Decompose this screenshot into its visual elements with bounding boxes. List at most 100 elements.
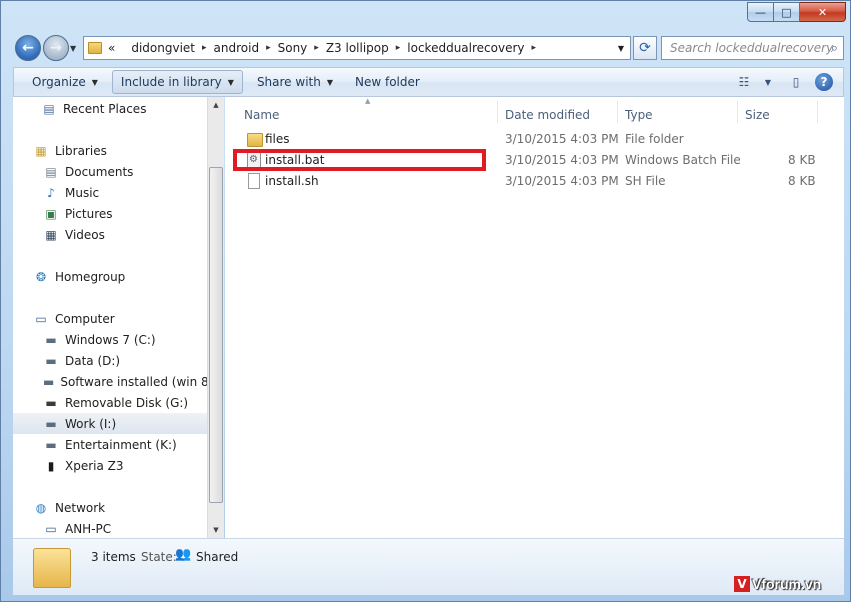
file-name: files (265, 132, 290, 146)
nav-item-videos[interactable]: ▦ Videos (13, 224, 207, 245)
breadcrumb-separator-icon[interactable]: ▸ (266, 43, 271, 53)
column-divider[interactable] (617, 101, 618, 123)
libraries-icon: ▦ (35, 143, 47, 158)
column-header-type[interactable]: Type (625, 103, 653, 127)
breadcrumb-item[interactable]: didongviet (131, 41, 195, 55)
nav-item-entertainment-k[interactable]: ▬ Entertainment (K:) (13, 434, 207, 455)
forward-arrow-icon: → (50, 40, 62, 56)
scrollbar-thumb[interactable] (209, 167, 223, 503)
watermark-logo: V (734, 576, 750, 592)
new-folder-button[interactable]: New folder (347, 70, 428, 94)
column-header-name[interactable]: Name (244, 103, 279, 127)
maximize-button[interactable]: □ (774, 2, 800, 22)
scroll-down-arrow-icon[interactable]: ▼ (208, 522, 224, 538)
address-bar[interactable]: « didongviet ▸ android ▸ Sony ▸ Z3 lolli… (83, 36, 631, 60)
file-row-files[interactable]: files 3/10/2015 4:03 PM File folder (235, 129, 835, 150)
column-divider[interactable] (737, 101, 738, 123)
details-pane: 3 items State: 👥 Shared (13, 538, 844, 595)
nav-item-label: Libraries (55, 143, 107, 158)
nav-item-label: Removable Disk (G:) (65, 395, 189, 410)
folder-icon (88, 42, 102, 54)
nav-item-work-i[interactable]: ▬ Work (I:) (13, 413, 207, 434)
column-header-date-modified[interactable]: Date modified (505, 103, 590, 127)
breadcrumb-item[interactable]: Sony (278, 41, 308, 55)
column-header-size[interactable]: Size (745, 103, 770, 127)
organize-button[interactable]: Organize ▼ (24, 70, 106, 94)
organize-label: Organize (32, 75, 86, 89)
refresh-icon: ⟳ (639, 40, 651, 56)
change-view-icon[interactable]: ☷ (733, 71, 755, 93)
nav-item-pictures[interactable]: ▣ Pictures (13, 203, 207, 224)
removable-disk-icon: ▬ (45, 395, 57, 410)
nav-item-computer[interactable]: ▭ Computer (13, 308, 207, 329)
nav-item-network[interactable]: ◍ Network (13, 497, 207, 518)
breadcrumb-item[interactable]: Z3 lollipop (326, 41, 389, 55)
state-value: Shared (196, 550, 239, 564)
refresh-button[interactable]: ⟳ (633, 36, 657, 60)
nav-item-software-installed[interactable]: ▬ Software installed (win 8.1) (13, 371, 207, 392)
address-history-dropdown[interactable]: ▼ (612, 37, 630, 59)
nav-item-label: Recent Places (63, 101, 147, 116)
nav-item-label: Homegroup (55, 269, 126, 284)
nav-item-homegroup[interactable]: ❂ Homegroup (13, 266, 207, 287)
column-divider[interactable] (817, 101, 818, 123)
nav-item-data-d[interactable]: ▬ Data (D:) (13, 350, 207, 371)
breadcrumb-separator-icon[interactable]: ▸ (314, 43, 319, 53)
minimize-button[interactable]: — (747, 2, 774, 22)
back-arrow-icon: ← (22, 40, 34, 56)
folder-icon (33, 548, 71, 588)
nav-item-windows-c[interactable]: ▬ Windows 7 (C:) (13, 329, 207, 350)
breadcrumb-item[interactable]: lockeddualrecovery (407, 41, 524, 55)
view-options-dropdown[interactable]: ▼ (757, 71, 779, 93)
file-date: 3/10/2015 4:03 PM (505, 132, 619, 146)
column-divider[interactable] (497, 101, 498, 123)
folder-icon (247, 133, 263, 147)
file-date: 3/10/2015 4:03 PM (505, 174, 619, 188)
recent-pages-dropdown[interactable]: ▼ (70, 44, 76, 53)
search-icon[interactable]: ⌕ (831, 41, 838, 56)
nav-item-label: Documents (65, 164, 134, 179)
preview-pane-icon[interactable]: ▯ (785, 71, 807, 93)
nav-item-anh-pc[interactable]: ▭ ANH-PC (13, 518, 207, 538)
file-row-install-sh[interactable]: install.sh 3/10/2015 4:03 PM SH File 8 K… (235, 171, 835, 192)
nav-item-recent-places[interactable]: ▤ Recent Places (13, 98, 207, 119)
red-highlight-box (233, 149, 486, 171)
drive-icon: ▬ (45, 353, 57, 368)
pictures-icon: ▣ (45, 206, 57, 221)
chevron-down-icon: ▼ (326, 77, 333, 87)
nav-item-removable-disk-g[interactable]: ▬ Removable Disk (G:) (13, 392, 207, 413)
phone-icon: ▮ (47, 458, 55, 473)
watermark: V Vforum.vn (734, 576, 821, 592)
close-button[interactable]: ✕ (800, 2, 846, 22)
share-with-button[interactable]: Share with ▼ (249, 70, 341, 94)
navigation-pane-scrollbar[interactable]: ▲ ▼ (207, 97, 224, 538)
chevron-down-icon: ▼ (91, 77, 98, 87)
forward-button[interactable]: → (43, 35, 69, 61)
nav-item-xperia-z3[interactable]: ▮ Xperia Z3 (13, 455, 207, 476)
breadcrumb-separator-icon[interactable]: ▸ (396, 43, 401, 53)
help-button[interactable]: ? (813, 71, 835, 93)
scroll-up-arrow-icon[interactable]: ▲ (208, 97, 224, 113)
videos-icon: ▦ (45, 227, 57, 242)
shared-users-icon: 👥 (175, 547, 192, 562)
back-button[interactable]: ← (15, 35, 41, 61)
drive-icon: ▬ (43, 374, 55, 389)
nav-item-label: Computer (55, 311, 115, 326)
include-in-library-button[interactable]: Include in library ▼ (111, 70, 243, 94)
breadcrumb-separator-icon[interactable]: ▸ (202, 43, 207, 53)
file-type: Windows Batch File (625, 153, 741, 167)
nav-item-documents[interactable]: ▤ Documents (13, 161, 207, 182)
file-type: File folder (625, 132, 684, 146)
breadcrumb-item[interactable]: android (214, 41, 260, 55)
music-icon: ♪ (47, 185, 55, 200)
search-input[interactable]: Search lockeddualrecovery ⌕ (661, 36, 844, 60)
item-count: 3 items (91, 550, 136, 564)
breadcrumb-overflow[interactable]: « (108, 41, 115, 55)
nav-item-music[interactable]: ♪ Music (13, 182, 207, 203)
file-date: 3/10/2015 4:03 PM (505, 153, 619, 167)
nav-item-label: Entertainment (K:) (65, 437, 177, 452)
nav-item-libraries[interactable]: ▦ Libraries (13, 140, 207, 161)
nav-item-label: Windows 7 (C:) (65, 332, 156, 347)
new-folder-label: New folder (355, 75, 420, 89)
breadcrumb-separator-icon[interactable]: ▸ (532, 43, 537, 53)
